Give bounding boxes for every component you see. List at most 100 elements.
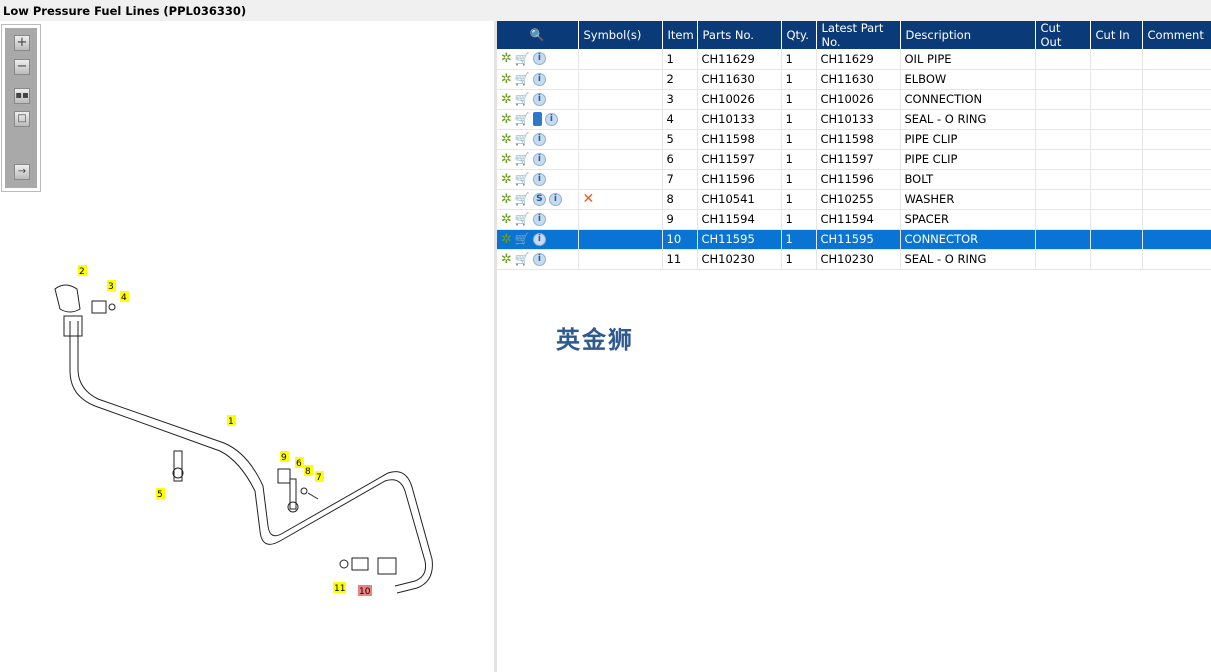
row-actions: ✲ 🛒 i (497, 109, 579, 130)
symbols-cell: ✕ (578, 189, 663, 210)
qty-cell: 1 (781, 249, 817, 270)
parts-no-cell: CH11629 (697, 49, 782, 70)
parts-no-cell: CH11594 (697, 209, 782, 230)
cut-out-cell (1035, 229, 1091, 250)
search-icon[interactable]: 🔍 (530, 28, 545, 42)
svg-text:10: 10 (359, 587, 371, 597)
header-qty[interactable]: Qty. (781, 21, 817, 49)
gear-icon[interactable]: ✲ (501, 192, 512, 207)
cut-in-cell (1090, 149, 1143, 170)
latest-part-cell: CH10026 (816, 89, 901, 110)
description-cell: CONNECTOR (900, 229, 1036, 250)
comment-cell (1142, 149, 1211, 170)
info-icon[interactable]: i (548, 192, 562, 206)
supersession-icon[interactable]: S (532, 192, 546, 206)
gear-icon[interactable]: ✲ (501, 51, 512, 66)
document-icon[interactable] (532, 112, 542, 126)
table-row[interactable]: ✲ 🛒 i 2 CH11630 1 CH11630 ELBOW (497, 69, 1211, 90)
svg-text:5: 5 (157, 490, 163, 500)
table-row[interactable]: ✲ 🛒 Si ✕ 8 CH10541 1 CH10255 WASHER (497, 189, 1211, 210)
gear-icon[interactable]: ✲ (501, 172, 512, 187)
item-cell: 7 (662, 169, 698, 190)
table-row[interactable]: ✲ 🛒 i 10 CH11595 1 CH11595 CONNECTOR (497, 229, 1211, 250)
cut-out-cell (1035, 189, 1091, 210)
table-row[interactable]: ✲ 🛒 i 7 CH11596 1 CH11596 BOLT (497, 169, 1211, 190)
cart-icon[interactable]: 🛒 (515, 172, 530, 186)
cart-icon[interactable]: 🛒 (515, 232, 530, 246)
cart-icon[interactable]: 🛒 (515, 152, 530, 166)
cut-out-cell (1035, 169, 1091, 190)
item-cell: 10 (662, 229, 698, 250)
cart-icon[interactable]: 🛒 (515, 92, 530, 106)
info-icon[interactable]: i (532, 52, 546, 66)
cart-icon[interactable]: 🛒 (515, 132, 530, 146)
description-cell: SPACER (900, 209, 1036, 230)
symbols-cell (578, 129, 663, 150)
window-title: Low Pressure Fuel Lines (PPL036330) (0, 0, 1211, 21)
cut-out-cell (1035, 149, 1091, 170)
svg-text:2: 2 (79, 267, 85, 277)
gear-icon[interactable]: ✲ (501, 252, 512, 267)
gear-icon[interactable]: ✲ (501, 72, 512, 87)
cart-icon[interactable]: 🛒 (515, 252, 530, 266)
table-row[interactable]: ✲ 🛒 i 3 CH10026 1 CH10026 CONNECTION (497, 89, 1211, 110)
cut-in-cell (1090, 169, 1143, 190)
header-latest-part-no[interactable]: Latest Part No. (816, 21, 901, 49)
qty-cell: 1 (781, 149, 817, 170)
cut-in-cell (1090, 189, 1143, 210)
header-cut-out[interactable]: Cut Out (1035, 21, 1091, 49)
table-row[interactable]: ✲ 🛒 i 9 CH11594 1 CH11594 SPACER (497, 209, 1211, 230)
gear-icon[interactable]: ✲ (501, 232, 512, 247)
info-icon[interactable]: i (532, 212, 546, 226)
gear-icon[interactable]: ✲ (501, 152, 512, 167)
latest-part-cell: CH11595 (816, 229, 901, 250)
info-icon[interactable]: i (532, 252, 546, 266)
parts-no-cell: CH11597 (697, 149, 782, 170)
info-icon[interactable]: i (544, 112, 558, 126)
cart-icon[interactable]: 🛒 (515, 112, 530, 126)
qty-cell: 1 (781, 49, 817, 70)
qty-cell: 1 (781, 69, 817, 90)
gear-icon[interactable]: ✲ (501, 212, 512, 227)
cart-icon[interactable]: 🛒 (515, 212, 530, 226)
info-icon[interactable]: i (532, 232, 546, 246)
table-row[interactable]: ✲ 🛒 i 4 CH10133 1 CH10133 SEAL - O RING (497, 109, 1211, 130)
table-row[interactable]: ✲ 🛒 i 11 CH10230 1 CH10230 SEAL - O RING (497, 249, 1211, 270)
header-cut-in[interactable]: Cut In (1090, 21, 1143, 49)
comment-cell (1142, 229, 1211, 250)
symbols-cell (578, 89, 663, 110)
parts-table: 🔍 Symbol(s) Item Parts No. Qty. Latest P… (497, 21, 1211, 270)
svg-text:1: 1 (228, 417, 234, 427)
info-icon[interactable]: i (532, 132, 546, 146)
cut-out-cell (1035, 109, 1091, 130)
cut-out-cell (1035, 129, 1091, 150)
cut-in-cell (1090, 209, 1143, 230)
header-item[interactable]: Item (662, 21, 698, 49)
info-icon[interactable]: i (532, 92, 546, 106)
header-parts-no[interactable]: Parts No. (697, 21, 782, 49)
header-description[interactable]: Description (900, 21, 1036, 49)
cut-out-cell (1035, 209, 1091, 230)
table-row[interactable]: ✲ 🛒 i 6 CH11597 1 CH11597 PIPE CLIP (497, 149, 1211, 170)
table-row[interactable]: ✲ 🛒 i 5 CH11598 1 CH11598 PIPE CLIP (497, 129, 1211, 150)
gear-icon[interactable]: ✲ (501, 112, 512, 127)
header-symbols[interactable]: Symbol(s) (578, 21, 663, 49)
cart-icon[interactable]: 🛒 (515, 52, 530, 66)
gear-icon[interactable]: ✲ (501, 92, 512, 107)
info-icon[interactable]: i (532, 172, 546, 186)
info-icon[interactable]: i (532, 72, 546, 86)
cart-icon[interactable]: 🛒 (515, 192, 530, 206)
table-row[interactable]: ✲ 🛒 i 1 CH11629 1 CH11629 OIL PIPE (497, 49, 1211, 70)
qty-cell: 1 (781, 209, 817, 230)
qty-cell: 1 (781, 169, 817, 190)
info-icon[interactable]: i (532, 152, 546, 166)
cart-icon[interactable]: 🛒 (515, 72, 530, 86)
item-cell: 1 (662, 49, 698, 70)
search-column-header[interactable]: 🔍 (497, 21, 579, 49)
header-comment[interactable]: Comment (1142, 21, 1211, 49)
gear-icon[interactable]: ✲ (501, 132, 512, 147)
description-cell: SEAL - O RING (900, 249, 1036, 270)
cut-out-cell (1035, 249, 1091, 270)
parts-no-cell: CH11598 (697, 129, 782, 150)
item-cell: 9 (662, 209, 698, 230)
